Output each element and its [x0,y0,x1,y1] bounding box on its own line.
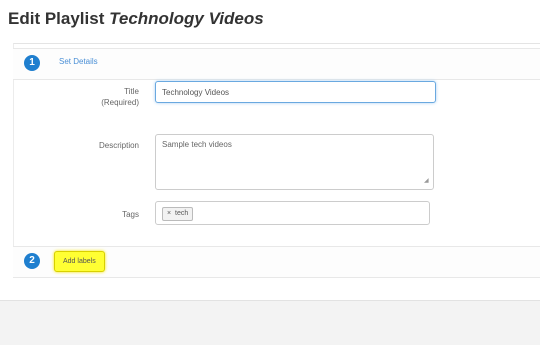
description-label: Description [98,141,139,150]
step-set-details: 1 Set Details [13,48,540,80]
tags-label: Tags [122,210,139,219]
tag-chip: × tech [162,207,194,221]
page-title: Edit Playlist Technology Videos [8,9,264,29]
step-number-badge: 1 [24,55,40,71]
edit-playlist-page: Edit Playlist Technology Videos 1 Set De… [0,0,540,345]
tags-input[interactable]: × tech [155,201,430,225]
step-add-labels: 2 Add labels [13,246,540,278]
step-number-badge: 2 [24,253,40,269]
add-labels-button[interactable]: Add labels [54,251,105,272]
description-textarea[interactable]: Sample tech videos [155,134,434,190]
page-title-prefix: Edit Playlist [8,9,105,28]
resize-grip-icon[interactable]: ◢ [424,178,430,184]
tag-remove-icon[interactable]: × [167,210,171,217]
tag-label: tech [175,210,189,217]
title-label: Title [124,87,139,96]
page-title-playlist-name: Technology Videos [109,9,264,28]
title-input[interactable] [155,81,436,103]
footer-bar [0,300,540,345]
set-details-link[interactable]: Set Details [59,57,98,66]
title-required-label: (Required) [101,98,139,107]
